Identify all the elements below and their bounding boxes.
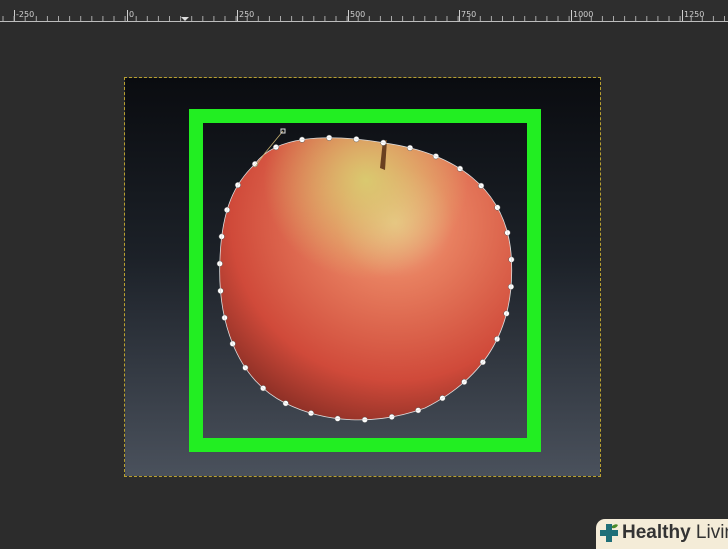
- plus-leaf-icon: [600, 524, 618, 542]
- logo-text: Living: [695, 522, 728, 543]
- logo-text-bold: Healthy: [622, 522, 691, 543]
- image-canvas[interactable]: [124, 77, 601, 477]
- ruler-ticks: [2, 16, 725, 21]
- horizontal-ruler[interactable]: -250 0 250 500 750 1000 1250: [0, 0, 728, 22]
- cursor-marker-icon: [181, 17, 189, 21]
- healthy-living-logo: Healthy Living: [596, 519, 728, 549]
